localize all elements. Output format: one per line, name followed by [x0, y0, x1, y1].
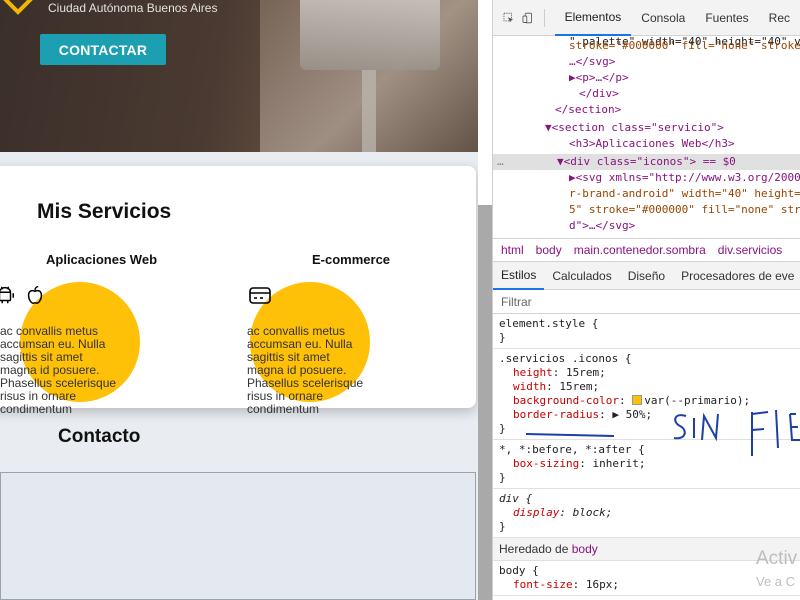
dom-line-selected[interactable]: ▼<div class="iconos"> == $0: [557, 154, 736, 170]
tab-elements[interactable]: Elementos: [554, 0, 632, 36]
inherited-header: Heredado de body: [493, 538, 800, 561]
rule-close: }: [499, 331, 506, 344]
property-value[interactable]: 15rem;: [559, 380, 599, 393]
page-viewport: Ciudad Autónoma Buenos Aires CONTACTAR M…: [0, 0, 478, 600]
style-rule: element.style { }: [493, 314, 800, 349]
property-name[interactable]: border-radius: [513, 408, 599, 421]
service-web-icons: [0, 284, 46, 306]
hero-monitor-image: [300, 0, 440, 70]
dom-line[interactable]: <h3>Aplicaciones Web</h3>: [569, 136, 735, 152]
activate-watermark: Activ: [756, 548, 798, 569]
dom-line[interactable]: ▶<p>…</p>: [569, 70, 629, 86]
dom-line[interactable]: r-brand-android" width="40" height=": [569, 186, 800, 202]
style-rule: div { display: block; }: [493, 489, 800, 538]
rule-property[interactable]: height: 15rem;: [499, 366, 795, 380]
rule-property[interactable]: width: 15rem;: [499, 380, 795, 394]
service-ecommerce-title: E-commerce: [312, 252, 391, 267]
property-name[interactable]: font-size: [513, 578, 573, 591]
dom-ellipsis: …: [497, 155, 504, 168]
rule-property[interactable]: font-size: 16px;: [499, 578, 795, 592]
logo-chevron-icon: [3, 0, 33, 15]
style-rule: *, *:before, *:after { box-sizing: inher…: [493, 440, 800, 489]
tab-console[interactable]: Consola: [631, 0, 695, 36]
inherited-label: Heredado de: [499, 542, 569, 556]
inherited-from-link[interactable]: body: [572, 542, 598, 556]
styles-subtabs: Estilos Calculados Diseño Procesadores d…: [493, 262, 800, 290]
property-value[interactable]: 15rem;: [566, 366, 606, 379]
tab-recorder[interactable]: Rec: [759, 0, 800, 36]
tabbar-divider: [543, 8, 545, 27]
style-rule: body { font-size: 16px;: [493, 561, 800, 596]
breadcrumb-div[interactable]: div.servicios: [718, 243, 782, 257]
rule-property[interactable]: background-color: var(--primario);: [499, 394, 795, 408]
dom-tree: " palette" width="40" height="40" vi str…: [493, 35, 800, 236]
tab-sources[interactable]: Fuentes: [695, 0, 758, 36]
page-scrollbar[interactable]: [478, 205, 492, 600]
dom-line[interactable]: 5" stroke="#000000" fill="none" stro: [569, 202, 800, 218]
styles-filter-input[interactable]: Filtrar: [493, 290, 800, 314]
property-name[interactable]: height: [513, 366, 553, 379]
android-icon: [0, 286, 14, 304]
tab-event-listeners[interactable]: Procesadores de eve: [673, 262, 800, 290]
styles-rules: element.style { } .servicios .iconos { h…: [493, 314, 800, 596]
rule-selector[interactable]: body {: [499, 564, 795, 578]
rule-selector[interactable]: *, *:before, *:after {: [499, 443, 795, 457]
tab-computed[interactable]: Calculados: [544, 262, 619, 290]
services-title: Mis Servicios: [37, 200, 172, 223]
services-card: Mis Servicios Aplicaciones Web ac conval…: [0, 166, 478, 416]
rule-close: }: [499, 520, 506, 533]
apple-icon: [27, 285, 43, 304]
dom-line[interactable]: ▼<section class="servicio">: [545, 120, 724, 136]
property-name[interactable]: display: [513, 506, 559, 519]
property-name[interactable]: box-sizing: [513, 457, 579, 470]
rule-selector[interactable]: element.style {: [499, 317, 795, 331]
service-web-description: ac convallis metus accumsan eu. Nulla sa…: [0, 324, 117, 416]
service-ecommerce-description: ac convallis metus accumsan eu. Nulla sa…: [247, 324, 364, 416]
property-value[interactable]: block;: [573, 506, 613, 519]
breadcrumb-body[interactable]: body: [536, 243, 562, 257]
device-toolbar-icon[interactable]: [522, 9, 533, 27]
property-value[interactable]: var(--primario);: [644, 394, 750, 407]
contact-button[interactable]: CONTACTAR: [40, 34, 166, 65]
rule-close: }: [499, 471, 506, 484]
devtools-tabbar: Elementos Consola Fuentes Rec: [493, 0, 800, 36]
rule-property[interactable]: display: block;: [499, 506, 795, 520]
service-web-title: Aplicaciones Web: [46, 252, 158, 267]
style-rule: .servicios .iconos { height: 15rem; widt…: [493, 349, 800, 440]
dom-line[interactable]: ▶<svg xmlns="http://www.w3.org/2000: [569, 170, 800, 186]
property-value[interactable]: inherit;: [592, 457, 645, 470]
service-ecommerce-icons: [248, 284, 272, 306]
dom-line[interactable]: …</svg>: [569, 54, 615, 70]
devtools-panel: Elementos Consola Fuentes Rec " palette"…: [492, 0, 800, 600]
rule-selector[interactable]: .servicios .iconos {: [499, 352, 795, 366]
rule-property[interactable]: box-sizing: inherit;: [499, 457, 795, 471]
property-name[interactable]: background-color: [513, 394, 619, 407]
color-swatch-icon[interactable]: [632, 395, 643, 405]
hero-city-text: Ciudad Autónoma Buenos Aires: [48, 1, 218, 15]
dom-line[interactable]: stroke="#000000" fill="none" stroke-: [569, 38, 800, 54]
breadcrumb-main[interactable]: main.contenedor.sombra: [574, 243, 706, 257]
service-web: Aplicaciones Web ac convallis metus accu…: [0, 252, 246, 416]
breadcrumb-html[interactable]: html: [501, 243, 524, 257]
tab-layout[interactable]: Diseño: [620, 262, 673, 290]
tab-styles[interactable]: Estilos: [493, 262, 545, 290]
hero-section: Ciudad Autónoma Buenos Aires CONTACTAR: [0, 0, 478, 152]
dom-line[interactable]: d">…</svg>: [569, 218, 635, 234]
service-ecommerce: E-commerce ac convallis metus accumsan e…: [247, 252, 478, 416]
credit-card-icon: [249, 287, 271, 304]
property-name[interactable]: width: [513, 380, 546, 393]
rule-property[interactable]: border-radius: ▶ 50%;: [499, 408, 795, 422]
inspect-element-icon[interactable]: [503, 9, 514, 27]
activate-watermark-sub: Ve a C: [756, 574, 796, 589]
contact-title: Contacto: [58, 426, 141, 447]
property-value[interactable]: ▶ 50%;: [612, 408, 652, 421]
rule-selector[interactable]: div {: [499, 492, 795, 506]
rule-close: }: [499, 422, 506, 435]
dom-line[interactable]: </section>: [555, 102, 621, 118]
contact-form-area[interactable]: [0, 472, 476, 600]
property-value[interactable]: 16px;: [586, 578, 619, 591]
breadcrumb: html body main.contenedor.sombra div.ser…: [493, 238, 800, 262]
dom-line[interactable]: </div>: [579, 86, 619, 102]
hero-monitor-stand: [362, 70, 376, 152]
